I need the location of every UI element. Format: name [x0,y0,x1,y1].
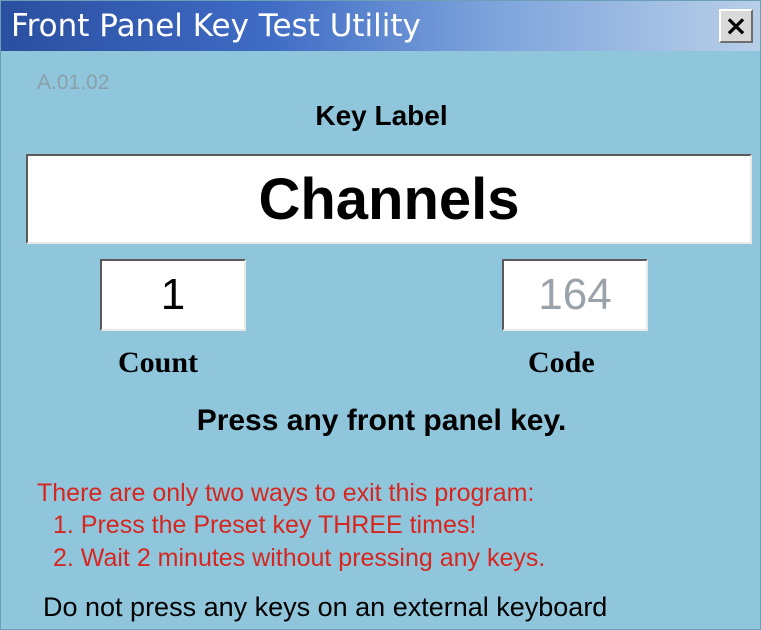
close-button[interactable]: × [719,9,753,43]
exit-warning-step-1: 1. Press the Preset key THREE times! [53,511,477,539]
version-label: A.01.02 [37,71,110,94]
count-label: Count [118,346,199,379]
exit-warning-step-2: 2. Wait 2 minutes without pressing any k… [53,544,546,572]
code-label: Code [528,346,595,379]
code-display: 164 [502,259,648,331]
window-title: Front Panel Key Test Utility [11,8,421,44]
exit-warning-heading: There are only two ways to exit this pro… [37,479,535,507]
key-test-dialog: Front Panel Key Test Utility × A.01.02 K… [0,0,761,630]
close-icon: × [724,9,748,42]
count-display: 1 [100,259,246,331]
keyboard-warning: Do not press any keys on an external key… [43,592,608,622]
key-label-display: Channels [26,154,752,244]
instruction-text: Press any front panel key. [196,404,567,437]
key-label-heading: Key Label [315,100,448,131]
title-bar[interactable]: Front Panel Key Test Utility × [1,1,760,51]
